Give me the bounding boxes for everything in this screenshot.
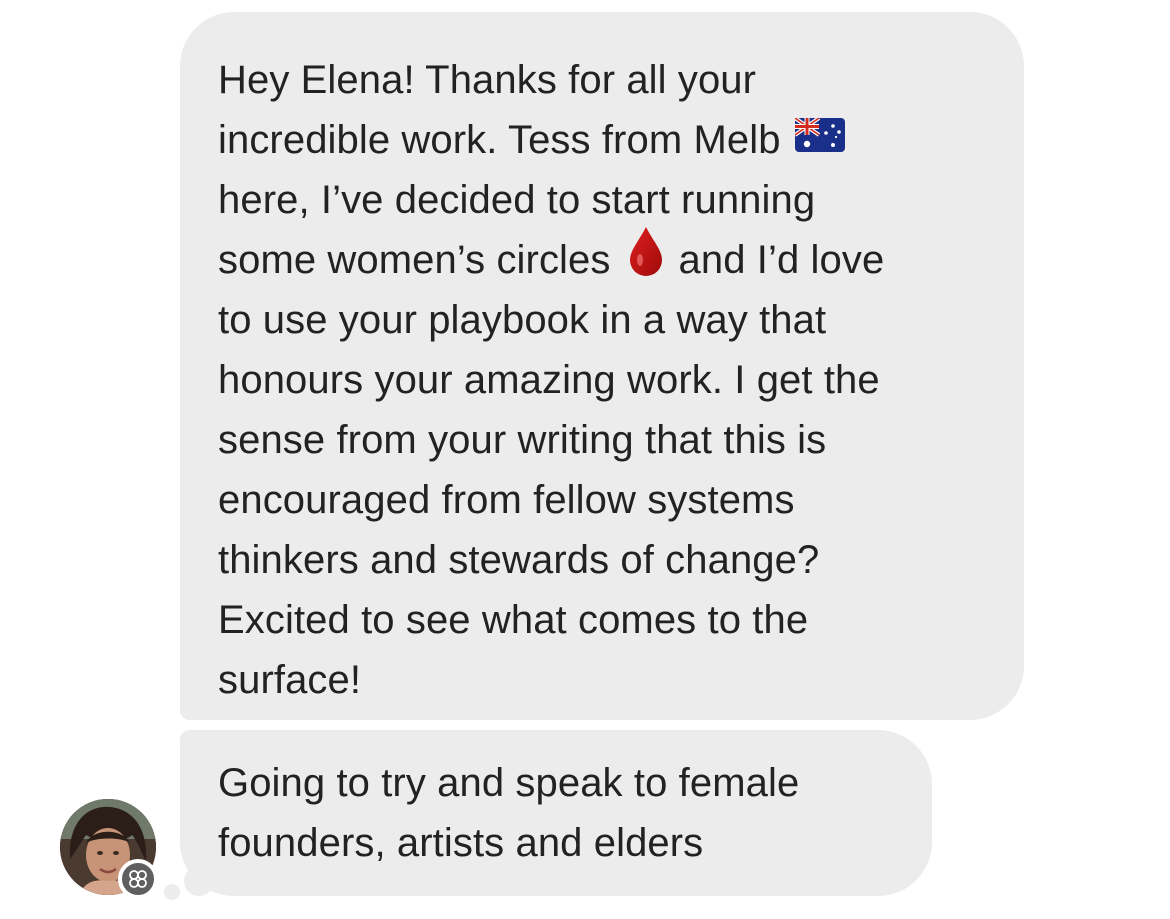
message-bubble[interactable]: Hey Elena! Thanks for all your incredibl… [180,12,1024,720]
message-text: incredible work. Tess from Melb [218,118,781,162]
message-text: some women’s circles [218,238,611,282]
message-line: sense from your writing that this is [218,418,827,462]
message-line: Excited to see what comes to the [218,598,809,642]
message-text: and I’d love [678,238,885,282]
drop-of-blood-icon [629,226,663,293]
message-line: founders, artists and elders [218,821,704,865]
message-line: incredible work. Tess from Melb [218,110,845,170]
message-thread: Hey Elena! Thanks for all your incredibl… [0,0,1170,919]
message-bubble[interactable]: Going to try and speak to female founder… [180,730,932,896]
bubble-tail [184,866,214,896]
australia-flag-icon [793,109,845,169]
message-line: honours your amazing work. I get the [218,358,880,402]
bubble-tail-dot [164,884,180,900]
message-line: here, I’ve decided to start running [218,178,816,222]
message-line: Hey Elena! Thanks for all your [218,58,757,102]
message-line: to use your playbook in a way that [218,298,827,342]
flower-badge-icon [118,859,158,899]
message-line: surface! [218,658,362,702]
message-line: some women’s circles and I’d love [218,226,885,293]
sender-avatar[interactable] [60,799,158,899]
message-line: Going to try and speak to female [218,761,800,805]
message-line: encouraged from fellow systems [218,478,795,522]
message-line: thinkers and stewards of change? [218,538,820,582]
